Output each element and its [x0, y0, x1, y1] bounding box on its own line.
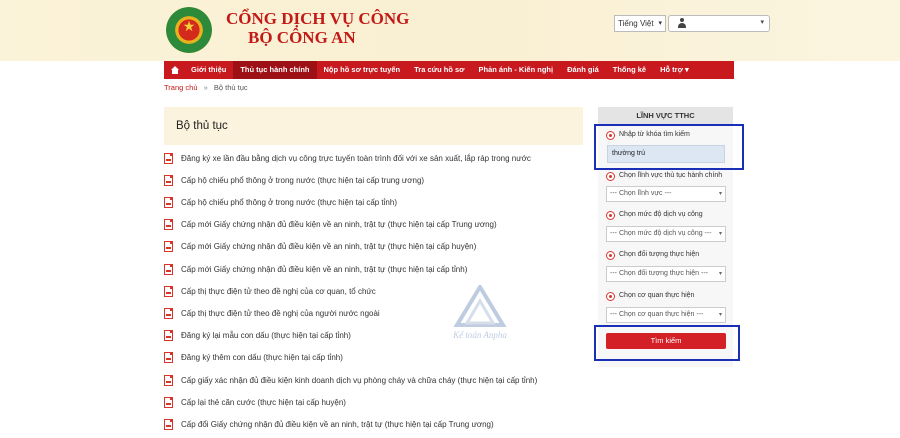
pdf-document-icon: [164, 396, 173, 408]
pdf-document-icon: [164, 196, 173, 208]
list-item[interactable]: Cấp hộ chiếu phổ thông ở trong nước (thự…: [164, 172, 424, 188]
chevron-down-icon: ▾: [716, 227, 722, 241]
pdf-document-icon: [164, 418, 173, 430]
highlight-box-search-button: [594, 325, 740, 361]
procedure-link[interactable]: Đăng ký lại mẫu con dấu (thực hiện tại c…: [181, 331, 351, 340]
procedure-link[interactable]: Đăng ký thêm con dấu (thực hiện tại cấp …: [181, 353, 343, 362]
home-icon[interactable]: [164, 61, 184, 79]
pdf-document-icon: [164, 174, 173, 186]
agency-radio[interactable]: [606, 292, 615, 301]
breadcrumb-separator: »: [203, 83, 208, 92]
page-title: Bộ thủ tục: [176, 120, 228, 132]
list-item[interactable]: Đăng ký lại mẫu con dấu (thực hiện tại c…: [164, 327, 351, 343]
agency-select[interactable]: --- Chọn cơ quan thực hiện --- ▾: [606, 307, 726, 323]
watermark-triangle-icon: [453, 283, 507, 327]
language-select-value: Tiếng Việt: [618, 19, 654, 28]
field-select-value: --- Chọn lĩnh vực ---: [610, 190, 672, 197]
list-item[interactable]: Cấp thị thực điện tử theo đề nghị của ng…: [164, 305, 380, 321]
list-item[interactable]: Cấp giấy xác nhận đủ điều kiện kinh doan…: [164, 372, 537, 388]
pdf-document-icon: [164, 329, 173, 341]
sidebar-title: LĨNH VỰC TTHC: [598, 107, 733, 124]
procedure-link[interactable]: Cấp giấy xác nhận đủ điều kiện kinh doan…: [181, 376, 537, 385]
procedure-link[interactable]: Cấp thị thực điện tử theo đề nghị của cơ…: [181, 287, 376, 296]
service-level-radio[interactable]: [606, 211, 615, 220]
target-radio[interactable]: [606, 251, 615, 260]
list-item[interactable]: Cấp mới Giấy chứng nhận đủ điều kiện về …: [164, 216, 497, 232]
nav-item-thong-ke[interactable]: Thống kê: [606, 61, 653, 79]
service-level-select[interactable]: --- Chọn mức độ dịch vụ công --- ▾: [606, 226, 726, 242]
field-radio[interactable]: [606, 172, 615, 181]
procedure-link[interactable]: Cấp hộ chiếu phổ thông ở trong nước (thự…: [181, 176, 424, 185]
highlight-box-keyword: [594, 124, 744, 170]
procedure-link[interactable]: Cấp thị thực điện tử theo đề nghị của ng…: [181, 309, 380, 318]
pdf-document-icon: [164, 263, 173, 275]
service-level-filter-label: Chọn mức độ dịch vụ công: [619, 211, 703, 218]
list-item[interactable]: Cấp thị thực điện tử theo đề nghị của cơ…: [164, 283, 376, 299]
procedure-link[interactable]: Cấp mới Giấy chứng nhận đủ điều kiện về …: [181, 220, 497, 229]
list-item[interactable]: Cấp lại thẻ căn cước (thực hiện tại cấp …: [164, 394, 346, 410]
nav-item-gioi-thieu[interactable]: Giới thiệu: [184, 61, 233, 79]
pdf-document-icon: [164, 307, 173, 319]
police-emblem-logo[interactable]: ★: [166, 7, 212, 53]
target-select[interactable]: --- Chọn đối tượng thực hiện --- ▾: [606, 266, 726, 282]
nav-item-phan-anh-kien-nghi[interactable]: Phản ánh - Kiến nghị: [471, 61, 560, 79]
pdf-document-icon: [164, 285, 173, 297]
procedure-link[interactable]: Cấp mới Giấy chứng nhận đủ điều kiện về …: [181, 242, 476, 251]
site-title-line2[interactable]: BỘ CÔNG AN: [248, 28, 356, 48]
field-filter-label: Chọn lĩnh vực thủ tục hành chính: [619, 172, 723, 179]
list-item[interactable]: Cấp mới Giấy chứng nhận đủ điều kiện về …: [164, 238, 476, 254]
nav-item-ho-tro[interactable]: Hỗ trợ ▾: [653, 61, 696, 79]
chevron-down-icon: ▾: [760, 19, 764, 26]
chevron-down-icon: ▾: [658, 20, 662, 27]
procedure-link[interactable]: Cấp hộ chiếu phổ thông ở trong nước (thự…: [181, 198, 397, 207]
language-select[interactable]: Tiếng Việt ▾: [614, 15, 666, 32]
procedure-link[interactable]: Cấp lại thẻ căn cước (thực hiện tại cấp …: [181, 398, 346, 407]
main-nav: Giới thiệu Thủ tục hành chính Nộp hồ sơ …: [164, 61, 734, 79]
nav-item-thu-tuc-hanh-chinh[interactable]: Thủ tục hành chính: [233, 61, 317, 79]
user-icon: [678, 18, 686, 28]
watermark-logo: Kế toán Anpha: [445, 283, 515, 345]
breadcrumb-current: Bộ thủ tục: [213, 83, 248, 92]
nav-item-danh-gia[interactable]: Đánh giá: [560, 61, 606, 79]
chevron-down-icon: ▾: [716, 267, 722, 281]
target-select-value: --- Chọn đối tượng thực hiện ---: [610, 270, 708, 277]
target-filter-label: Chọn đối tượng thực hiện: [619, 251, 700, 258]
nav-item-tra-cuu-ho-so[interactable]: Tra cứu hồ sơ: [407, 61, 471, 79]
list-item[interactable]: Cấp đổi Giấy chứng nhận đủ điều kiện về …: [164, 416, 494, 432]
site-header: ★ CỔNG DỊCH VỤ CÔNG BỘ CÔNG AN Tiếng Việ…: [0, 0, 900, 61]
procedure-panel-header: Bộ thủ tục: [164, 107, 583, 145]
procedure-link[interactable]: Đăng ký xe lần đầu bằng dịch vụ công trự…: [181, 154, 531, 163]
pdf-document-icon: [164, 218, 173, 230]
pdf-document-icon: [164, 152, 173, 164]
pdf-document-icon: [164, 351, 173, 363]
agency-select-value: --- Chọn cơ quan thực hiện ---: [610, 311, 704, 318]
list-item[interactable]: Cấp hộ chiếu phổ thông ở trong nước (thự…: [164, 194, 397, 210]
chevron-down-icon: ▾: [716, 308, 722, 322]
list-item[interactable]: Đăng ký thêm con dấu (thực hiện tại cấp …: [164, 349, 343, 365]
agency-filter-label: Chọn cơ quan thực hiện: [619, 292, 695, 299]
user-account-dropdown[interactable]: ▾: [668, 15, 770, 32]
field-select[interactable]: --- Chọn lĩnh vực --- ▾: [606, 186, 726, 202]
procedure-link[interactable]: Cấp mới Giấy chứng nhận đủ điều kiện về …: [181, 265, 467, 274]
nav-item-nop-ho-so[interactable]: Nộp hồ sơ trực tuyến: [317, 61, 408, 79]
breadcrumb-home-link[interactable]: Trang chủ: [164, 83, 198, 92]
list-item[interactable]: Đăng ký xe lần đầu bằng dịch vụ công trự…: [164, 150, 531, 166]
site-title-line1[interactable]: CỔNG DỊCH VỤ CÔNG: [226, 9, 409, 29]
pdf-document-icon: [164, 374, 173, 386]
watermark-text: Kế toán Anpha: [453, 330, 507, 340]
pdf-document-icon: [164, 240, 173, 252]
service-level-select-value: --- Chọn mức độ dịch vụ công ---: [610, 230, 712, 237]
chevron-down-icon: ▾: [716, 187, 722, 201]
breadcrumb: Trang chủ » Bộ thủ tục: [164, 83, 248, 92]
list-item[interactable]: Cấp mới Giấy chứng nhận đủ điều kiện về …: [164, 261, 467, 277]
procedure-link[interactable]: Cấp đổi Giấy chứng nhận đủ điều kiện về …: [181, 420, 494, 429]
